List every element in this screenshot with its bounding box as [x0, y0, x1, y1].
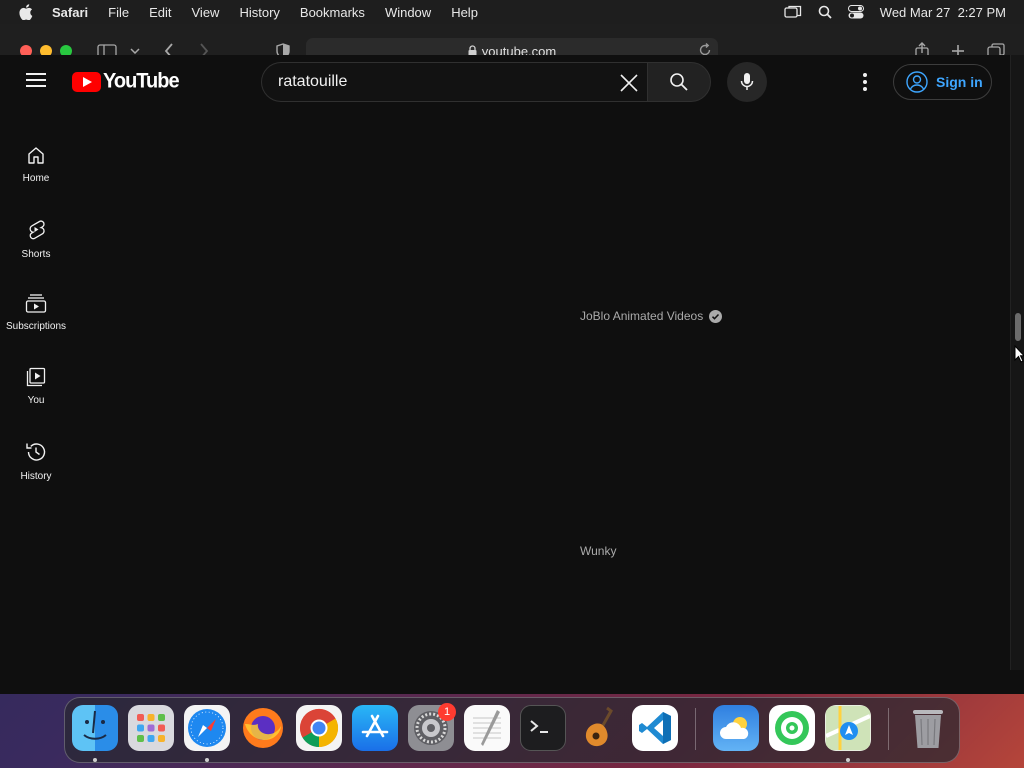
nav-home[interactable]: Home	[0, 125, 72, 195]
youtube-logo-text: YouTube	[103, 69, 180, 93]
spotlight-search-icon[interactable]	[818, 5, 832, 19]
microphone-icon	[740, 73, 754, 90]
dock-trash-icon[interactable]	[905, 705, 951, 751]
menu-bookmarks[interactable]: Bookmarks	[300, 5, 365, 20]
dock-vscode-icon[interactable]	[632, 705, 678, 751]
dock-terminal-icon[interactable]	[520, 705, 566, 751]
dock-garageband-icon[interactable]	[576, 705, 622, 751]
menubar-clock[interactable]: Wed Mar 27 2:27 PM	[880, 5, 1006, 20]
nav-home-label: Home	[22, 173, 50, 184]
shorts-icon	[29, 220, 45, 240]
dock-separator	[888, 708, 889, 750]
settings-more-icon[interactable]	[857, 71, 873, 93]
menu-app-name[interactable]: Safari	[52, 5, 88, 20]
search-input[interactable]: ratatouille	[261, 62, 647, 102]
search-button[interactable]	[647, 62, 711, 102]
nav-shorts-label: Shorts	[21, 249, 51, 260]
running-indicator	[93, 758, 97, 762]
channel-name-text: JoBlo Animated Videos	[580, 309, 704, 323]
dock-firefox-icon[interactable]	[240, 705, 286, 751]
menu-view[interactable]: View	[192, 5, 220, 20]
search-query-text: ratatouille	[278, 73, 348, 90]
nav-subscriptions-label: Subscriptions	[5, 321, 67, 332]
scrollbar-thumb[interactable]	[1015, 313, 1021, 341]
result-channel-name[interactable]: JoBlo Animated Videos	[580, 309, 723, 323]
nav-subscriptions[interactable]: Subscriptions	[0, 273, 72, 343]
history-icon	[26, 443, 46, 461]
channel-name-text: Wunky	[580, 544, 617, 558]
voice-search-button[interactable]	[727, 62, 767, 102]
menu-window[interactable]: Window	[385, 5, 431, 20]
youtube-logo[interactable]: YouTube	[72, 69, 180, 93]
dock-maps-icon[interactable]	[825, 705, 871, 751]
menu-bar: Safari File Edit View History Bookmarks …	[0, 0, 1024, 24]
notification-badge: 1	[438, 703, 456, 721]
dock-textedit-icon[interactable]	[464, 705, 510, 751]
dock-launchpad-icon[interactable]	[128, 705, 174, 751]
control-center-icon[interactable]	[847, 5, 864, 19]
dock-separator	[695, 708, 696, 750]
menu-history[interactable]: History	[239, 5, 279, 20]
nav-history[interactable]: History	[0, 421, 72, 491]
menu-help[interactable]: Help	[451, 5, 478, 20]
account-icon	[906, 71, 928, 93]
youtube-header: YouTube ratatouille Sign in	[0, 55, 1010, 107]
running-indicator	[205, 758, 209, 762]
nav-shorts[interactable]: Shorts	[0, 199, 72, 269]
nav-you-label: You	[27, 395, 45, 406]
dock-safari-icon[interactable]	[184, 705, 230, 751]
running-indicator	[846, 758, 850, 762]
menu-file[interactable]: File	[108, 5, 129, 20]
search-icon	[670, 73, 688, 91]
you-icon	[26, 367, 46, 387]
dock-find-my-icon[interactable]	[769, 705, 815, 751]
nav-history-label: History	[20, 471, 52, 482]
subscriptions-icon	[25, 294, 47, 313]
dock-finder-icon[interactable]	[72, 705, 118, 751]
youtube-play-icon	[72, 71, 101, 92]
mouse-pointer-icon	[1014, 344, 1024, 368]
dock-weather-icon[interactable]	[713, 705, 759, 751]
sign-in-label: Sign in	[936, 74, 983, 90]
guide-menu-icon[interactable]	[26, 73, 46, 87]
clear-search-icon[interactable]	[617, 71, 641, 95]
result-channel-name[interactable]: Wunky	[580, 544, 616, 558]
screen-mirroring-icon[interactable]	[784, 5, 802, 19]
sign-in-button[interactable]: Sign in	[893, 64, 992, 100]
verified-badge-icon	[709, 309, 723, 323]
menu-edit[interactable]: Edit	[149, 5, 171, 20]
dock-app-store-icon[interactable]	[352, 705, 398, 751]
nav-you[interactable]: You	[0, 347, 72, 417]
dock-chrome-icon[interactable]	[296, 705, 342, 751]
apple-menu-icon[interactable]	[0, 4, 52, 20]
dock	[64, 697, 960, 763]
youtube-page: YouTube ratatouille Sign in Home Shorts …	[0, 55, 1010, 670]
home-icon	[28, 147, 44, 164]
